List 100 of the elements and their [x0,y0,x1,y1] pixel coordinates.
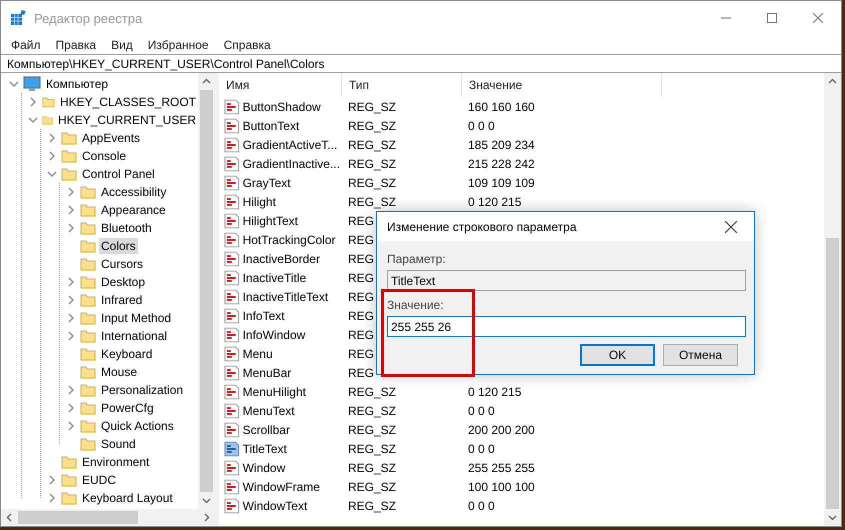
scroll-thumb[interactable] [826,238,839,509]
tree-item[interactable]: Sound [99,436,138,452]
value-name[interactable]: MenuText [240,404,342,418]
value-type: REG_SZ [348,100,396,114]
tree-item[interactable]: PowerCfg [99,400,156,416]
value-name[interactable]: InfoText [240,308,342,322]
value-type: REG [348,232,374,246]
column-header[interactable]: Значение [462,73,662,97]
value-type: REG [348,308,374,322]
scroll-thumb[interactable] [18,511,138,524]
value-type: REG [348,366,374,380]
value-type: REG_SZ [348,404,396,418]
scrollbar[interactable] [1,509,215,526]
value-data: 185 209 234 [467,138,536,152]
tree-item[interactable]: Colors [99,238,138,254]
value-name[interactable]: MenuBar [240,366,342,380]
value-type: REG [348,214,374,228]
tree-item[interactable]: Console [80,148,128,164]
field-label: Значение: [387,298,445,314]
folder-icon [80,436,96,452]
value-name[interactable]: MenuHilight [240,384,342,398]
value-name[interactable]: InactiveTitleText [240,290,342,304]
value-type: REG_SZ [348,194,396,208]
tree-item[interactable]: International [99,328,170,344]
cancel-button[interactable]: Отмена [663,344,738,366]
tree-item[interactable]: Input Method [99,310,174,326]
folder-icon [80,364,96,380]
value-type: REG [348,346,374,360]
value-name[interactable]: Scrollbar [240,422,342,436]
value-type: REG [348,290,374,304]
value-name[interactable]: ButtonText [240,118,342,132]
tree-item[interactable]: Keyboard [99,346,154,362]
tree-item[interactable]: HKEY_CURRENT_USER [56,112,198,128]
value-name[interactable]: ButtonShadow [240,100,342,114]
value-field[interactable]: 255 255 26 [387,316,746,337]
value-data: 255 255 255 [467,460,536,474]
value-name[interactable]: GradientActiveT... [240,138,342,152]
column-header[interactable]: Тип [342,73,462,97]
tree-item[interactable]: Keyboard Layout [80,490,175,506]
folder-icon [61,130,77,146]
folder-icon [61,454,77,470]
tree-item[interactable]: Bluetooth [99,220,154,236]
folder-icon [80,418,96,434]
menu-item[interactable]: Избранное [140,38,216,52]
value-type: REG_SZ [348,138,396,152]
tree-item[interactable]: Quick Actions [99,418,176,434]
tree-item[interactable]: Desktop [99,274,148,290]
value-name[interactable]: TitleText [240,442,342,456]
tree-item[interactable]: HKEY_CLASSES_ROOT [58,94,198,110]
tree-item[interactable]: Appearance [99,202,168,218]
value-name[interactable]: InfoWindow [240,328,342,342]
folder-icon [80,328,96,344]
value-name[interactable]: HotTrackingColor [240,232,342,246]
scrollbar[interactable] [198,73,215,509]
scroll-thumb[interactable] [200,90,213,492]
value-name[interactable]: InactiveBorder [240,252,342,266]
registry-icon [10,10,26,26]
tree-item[interactable]: Personalization [99,382,186,398]
value-name[interactable]: GrayText [240,176,342,190]
tree-item[interactable]: Accessibility [99,184,168,200]
value-name[interactable]: InactiveTitle [240,270,342,284]
window-title: Редактор реестра [34,10,144,26]
maximize-icon [767,13,777,23]
value-name[interactable]: Hilight [240,194,342,208]
dialog-title: Изменение строкового параметра [387,220,578,234]
ok-button[interactable]: OK [580,344,655,366]
scrollbar[interactable] [824,73,841,526]
value-name[interactable]: HilightText [240,214,342,228]
value-name[interactable]: Menu [240,346,342,360]
folder-icon [80,184,96,200]
menu-item[interactable]: Файл [3,38,48,52]
value-name[interactable]: Window [240,460,342,474]
value-type: REG_SZ [348,118,396,132]
value-data: 215 228 242 [467,156,536,170]
tree-item[interactable]: Environment [80,454,152,470]
tree-item[interactable]: Control Panel [80,166,157,182]
value-type: REG_SZ [348,176,396,190]
tree-item[interactable]: Mouse [99,364,140,380]
menu-item[interactable]: Справка [216,38,278,52]
tree-item[interactable]: AppEvents [80,130,142,146]
value-type: REG_SZ [348,480,396,494]
value-data: 200 200 200 [467,422,536,436]
value-data: 160 160 160 [467,100,536,114]
value-type: REG_SZ [348,384,396,398]
tree-item[interactable]: EUDC [80,472,118,488]
tree-item[interactable]: Компьютер [44,76,110,92]
menu-item[interactable]: Правка [48,38,104,52]
tree-item[interactable]: Infrared [99,292,144,308]
value-name[interactable]: WindowText [240,498,342,512]
value-data: 0 120 215 [467,194,522,208]
address-field[interactable]: Компьютер\HKEY_CURRENT_USER\Control Panel\Colors [1,54,841,73]
value-name[interactable]: WindowFrame [240,480,342,494]
parameter-field[interactable]: TitleText [387,270,746,291]
folder-icon [61,166,77,182]
tree-item[interactable]: Cursors [99,256,146,272]
close-icon [813,13,823,23]
menu-item[interactable]: Вид [103,38,140,52]
folder-icon [80,274,96,290]
value-name[interactable]: GradientInactive... [240,156,342,170]
column-header[interactable]: Имя [219,73,342,97]
